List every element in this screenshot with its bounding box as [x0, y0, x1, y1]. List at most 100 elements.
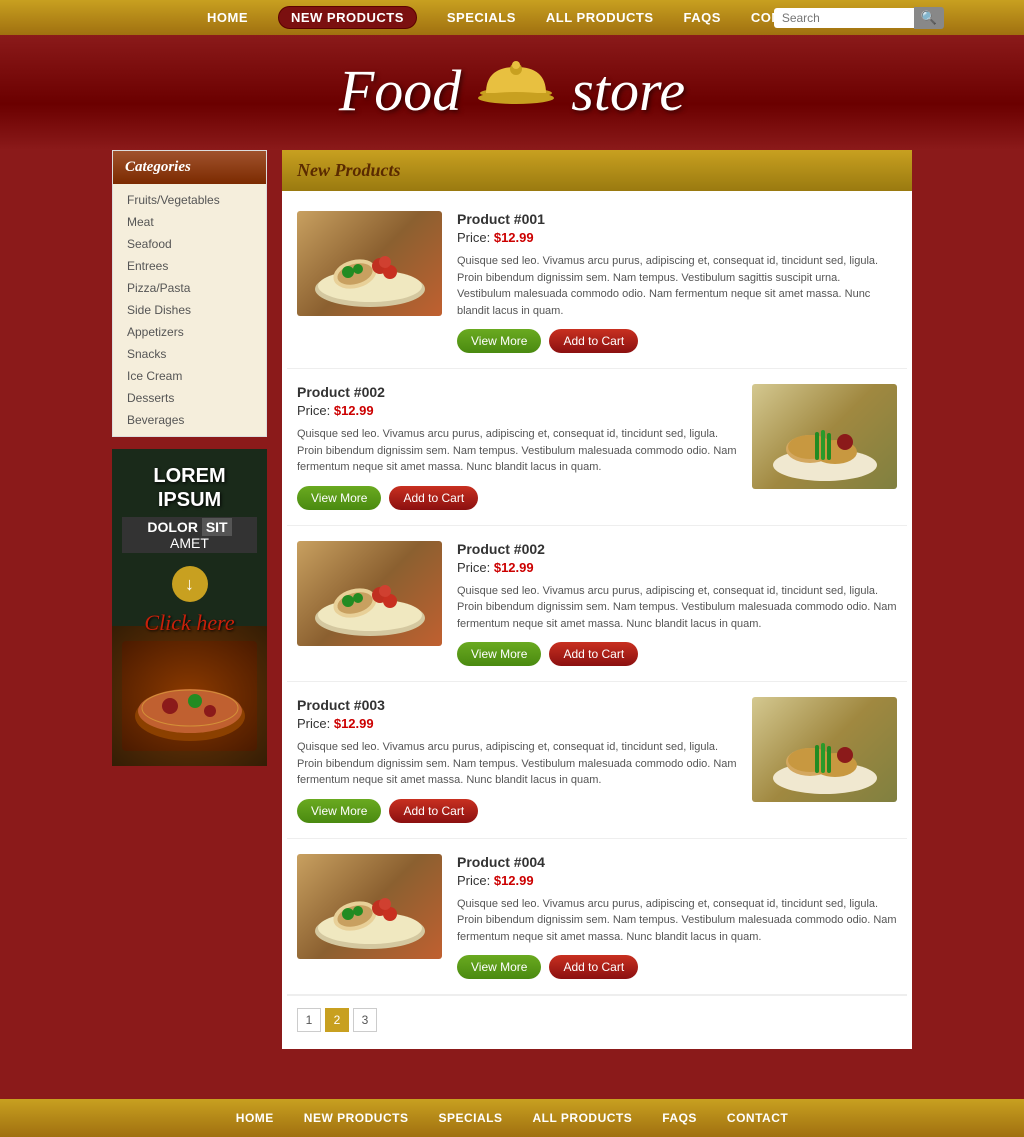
page-1[interactable]: 1: [297, 1008, 321, 1032]
product-info: Product #002 Price: $12.99 Quisque sed l…: [297, 384, 737, 510]
ad-dolor-text: DOLOR SIT AMET: [122, 517, 257, 553]
product-image: [752, 384, 897, 489]
footer-nav-home[interactable]: HOME: [236, 1111, 274, 1125]
product-image: [752, 697, 897, 802]
product-title: Product #004: [457, 854, 897, 870]
table-row: Product #002 Price: $12.99 Quisque sed l…: [287, 369, 907, 526]
add-to-cart-button[interactable]: Add to Cart: [389, 486, 478, 510]
hero-section: Food store: [0, 35, 1024, 150]
add-to-cart-button[interactable]: Add to Cart: [549, 955, 638, 979]
logo-cloche-icon: [476, 55, 556, 125]
product-buttons: View More Add to Cart: [297, 799, 737, 823]
site-logo: Food store: [0, 55, 1024, 125]
search-button[interactable]: 🔍: [914, 7, 944, 29]
footer-nav-specials[interactable]: SPECIALS: [438, 1111, 502, 1125]
nav-faqs[interactable]: FAQS: [684, 10, 721, 25]
view-more-button[interactable]: View More: [457, 329, 541, 353]
list-item: Desserts: [113, 387, 266, 409]
nav-all-products[interactable]: ALL PRODUCTS: [546, 10, 654, 25]
product-info: Product #001 Price: $12.99 Quisque sed l…: [457, 211, 897, 353]
categories-title: Categories: [113, 151, 266, 184]
list-item: Fruits/Vegetables: [113, 189, 266, 211]
product-price: Price: $12.99: [457, 560, 897, 575]
page-2[interactable]: 2: [325, 1008, 349, 1032]
category-seafood[interactable]: Seafood: [113, 233, 266, 255]
sidebar-ad[interactable]: LOREM IPSUM DOLOR SIT AMET ↓ Click here: [112, 449, 267, 766]
product-title: Product #001: [457, 211, 897, 227]
add-to-cart-button[interactable]: Add to Cart: [389, 799, 478, 823]
category-meat[interactable]: Meat: [113, 211, 266, 233]
view-more-button[interactable]: View More: [297, 799, 381, 823]
table-row: Product #003 Price: $12.99 Quisque sed l…: [287, 682, 907, 839]
product-description: Quisque sed leo. Vivamus arcu purus, adi…: [297, 739, 737, 789]
table-row: Product #001 Price: $12.99 Quisque sed l…: [287, 196, 907, 369]
logo-text-store: store: [571, 57, 685, 124]
category-entrees[interactable]: Entrees: [113, 255, 266, 277]
page-3[interactable]: 3: [353, 1008, 377, 1032]
view-more-button[interactable]: View More: [457, 955, 541, 979]
product-description: Quisque sed leo. Vivamus arcu purus, adi…: [457, 583, 897, 633]
products-title: New Products: [297, 160, 897, 181]
product-buttons: View More Add to Cart: [457, 329, 897, 353]
table-row: Product #004 Price: $12.99 Quisque sed l…: [287, 839, 907, 996]
nav-specials[interactable]: SPECIALS: [447, 10, 516, 25]
category-ice-cream[interactable]: Ice Cream: [113, 365, 266, 387]
list-item: Pizza/Pasta: [113, 277, 266, 299]
sidebar: Categories Fruits/Vegetables Meat Seafoo…: [112, 150, 267, 1049]
nav-new-products[interactable]: NEW PRODUCTS: [278, 6, 417, 29]
categories-panel: Categories Fruits/Vegetables Meat Seafoo…: [112, 150, 267, 437]
list-item: Snacks: [113, 343, 266, 365]
footer-nav-contact[interactable]: CONTACT: [727, 1111, 788, 1125]
products-area: New Products: [282, 150, 912, 1049]
product-price: Price: $12.99: [297, 403, 737, 418]
product-buttons: View More Add to Cart: [457, 642, 897, 666]
ad-food-image: [122, 641, 257, 751]
footer-nav-new-products[interactable]: NEW PRODUCTS: [304, 1111, 409, 1125]
view-more-button[interactable]: View More: [457, 642, 541, 666]
list-item: Appetizers: [113, 321, 266, 343]
category-desserts[interactable]: Desserts: [113, 387, 266, 409]
product-title: Product #002: [297, 384, 737, 400]
add-to-cart-button[interactable]: Add to Cart: [549, 329, 638, 353]
category-fruits[interactable]: Fruits/Vegetables: [113, 189, 266, 211]
category-pizza[interactable]: Pizza/Pasta: [113, 277, 266, 299]
product-description: Quisque sed leo. Vivamus arcu purus, adi…: [457, 896, 897, 946]
pagination: 1 2 3: [287, 995, 907, 1044]
category-side-dishes[interactable]: Side Dishes: [113, 299, 266, 321]
product-title: Product #002: [457, 541, 897, 557]
product-image: [297, 541, 442, 646]
list-item: Seafood: [113, 233, 266, 255]
product-description: Quisque sed leo. Vivamus arcu purus, adi…: [457, 253, 897, 319]
product-description: Quisque sed leo. Vivamus arcu purus, adi…: [297, 426, 737, 476]
footer-navigation: HOME NEW PRODUCTS SPECIALS ALL PRODUCTS …: [0, 1099, 1024, 1137]
footer-nav-all-products[interactable]: ALL PRODUCTS: [532, 1111, 632, 1125]
category-appetizers[interactable]: Appetizers: [113, 321, 266, 343]
table-row: Product #002 Price: $12.99 Quisque sed l…: [287, 526, 907, 683]
view-more-button[interactable]: View More: [297, 486, 381, 510]
product-price: Price: $12.99: [457, 230, 897, 245]
list-item: Entrees: [113, 255, 266, 277]
add-to-cart-button[interactable]: Add to Cart: [549, 642, 638, 666]
list-item: Side Dishes: [113, 299, 266, 321]
list-item: Ice Cream: [113, 365, 266, 387]
list-item: Meat: [113, 211, 266, 233]
product-buttons: View More Add to Cart: [297, 486, 737, 510]
product-info: Product #004 Price: $12.99 Quisque sed l…: [457, 854, 897, 980]
category-beverages[interactable]: Beverages: [113, 409, 266, 431]
product-info: Product #002 Price: $12.99 Quisque sed l…: [457, 541, 897, 667]
product-image: [297, 854, 442, 959]
category-snacks[interactable]: Snacks: [113, 343, 266, 365]
ad-click-here[interactable]: Click here: [122, 610, 257, 636]
top-navigation: HOME NEW PRODUCTS SPECIALS ALL PRODUCTS …: [0, 0, 1024, 35]
footer-nav-faqs[interactable]: FAQS: [662, 1111, 697, 1125]
ad-lorem-text: LOREM IPSUM: [122, 464, 257, 512]
product-image: [297, 211, 442, 316]
products-header: New Products: [282, 150, 912, 191]
search-input[interactable]: [774, 8, 914, 28]
nav-home[interactable]: HOME: [207, 10, 248, 25]
product-title: Product #003: [297, 697, 737, 713]
list-item: Beverages: [113, 409, 266, 431]
ad-arrow-button[interactable]: ↓: [172, 566, 208, 602]
products-list: Product #001 Price: $12.99 Quisque sed l…: [282, 191, 912, 1049]
categories-list: Fruits/Vegetables Meat Seafood Entrees P…: [113, 184, 266, 436]
